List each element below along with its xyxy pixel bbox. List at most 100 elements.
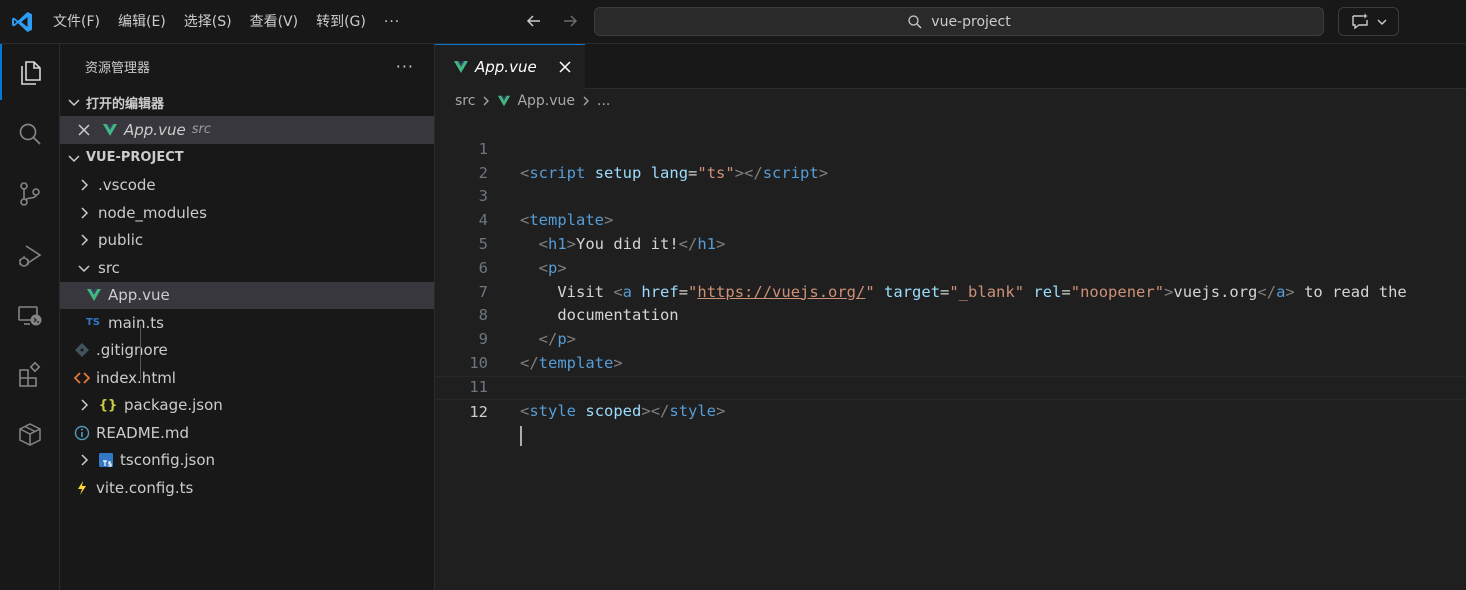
chat-sparkle-icon bbox=[1351, 12, 1368, 29]
chevron-down-icon bbox=[1377, 19, 1386, 25]
close-icon[interactable] bbox=[76, 122, 92, 138]
code-line: 2 bbox=[435, 138, 1466, 182]
tree-item-index-html[interactable]: index.html bbox=[60, 364, 434, 392]
title-bar: 文件(F) 编辑(E) 选择(S) 查看(V) 转到(G) ··· vue-pr… bbox=[0, 0, 1466, 44]
breadcrumb-file[interactable]: App.vue bbox=[517, 93, 575, 109]
run-debug-activity[interactable] bbox=[0, 228, 60, 284]
editor-tabs: App.vue bbox=[435, 44, 1466, 89]
tree-item-package-json[interactable]: {} package.json bbox=[60, 392, 434, 420]
open-editor-item[interactable]: App.vue src bbox=[60, 116, 434, 144]
code-line: 6 Visit <a href="https://vuejs.org/" tar… bbox=[435, 233, 1466, 301]
git-icon bbox=[75, 343, 89, 358]
breadcrumb-src[interactable]: src bbox=[455, 93, 475, 109]
command-center-search[interactable]: vue-project bbox=[594, 7, 1324, 36]
search-text: vue-project bbox=[931, 13, 1011, 30]
source-control-activity[interactable] bbox=[0, 166, 60, 222]
ts-icon: TS bbox=[85, 317, 101, 329]
tree-item-public[interactable]: public bbox=[60, 227, 434, 255]
tree-item-tsconfig[interactable]: tsconfig.json bbox=[60, 447, 434, 475]
chevron-right-icon bbox=[81, 234, 89, 246]
search-activity[interactable] bbox=[0, 106, 60, 162]
tree-item-label: .gitignore bbox=[96, 341, 168, 360]
menu-edit[interactable]: 编辑(E) bbox=[109, 0, 175, 44]
tree-item-label: index.html bbox=[96, 368, 176, 387]
extensions-activity[interactable] bbox=[0, 346, 60, 402]
explorer-title: 资源管理器 bbox=[85, 60, 151, 76]
menu-go[interactable]: 转到(G) bbox=[307, 0, 375, 44]
editor-area: App.vue src App.vue ... 1 <script setup … bbox=[435, 44, 1466, 590]
json-icon: {} bbox=[98, 397, 118, 413]
code-line: 4 <h1>You did it!</h1> bbox=[435, 185, 1466, 253]
close-icon[interactable] bbox=[557, 59, 573, 75]
html-icon bbox=[74, 372, 90, 384]
code-editor[interactable]: 1 <script setup lang="ts"></script> 2 3 … bbox=[435, 114, 1466, 446]
breadcrumb: src App.vue ... bbox=[435, 89, 1466, 113]
tree-item-app-vue[interactable]: App.vue bbox=[60, 281, 434, 309]
menu-selection[interactable]: 选择(S) bbox=[175, 0, 241, 44]
tree-item-label: node_modules bbox=[98, 203, 207, 222]
code-line: 7 documentation bbox=[435, 257, 1466, 325]
chevron-right-icon bbox=[583, 96, 589, 106]
tree-item-src[interactable]: src bbox=[60, 254, 434, 282]
source-control-icon bbox=[20, 182, 40, 206]
explorer-activity[interactable] bbox=[0, 44, 60, 100]
tab-label: App.vue bbox=[475, 58, 537, 76]
chevron-down-icon bbox=[68, 154, 80, 162]
tree-item-label: src bbox=[98, 258, 120, 277]
remote-explorer-activity[interactable] bbox=[0, 288, 60, 344]
menu-file[interactable]: 文件(F) bbox=[44, 0, 109, 44]
tree-item-label: vite.config.ts bbox=[96, 478, 194, 497]
code-line: 1 <script setup lang="ts"></script> bbox=[435, 114, 1466, 182]
tree-item-label: main.ts bbox=[108, 313, 164, 332]
chevron-right-icon bbox=[81, 399, 89, 411]
line-number: 12 bbox=[469, 402, 488, 421]
tree-item-gitignore[interactable]: .gitignore bbox=[60, 337, 434, 365]
chevron-right-icon bbox=[81, 179, 89, 191]
copilot-chat-button[interactable] bbox=[1338, 7, 1399, 36]
code-line: 11 <style scoped></style> bbox=[435, 352, 1466, 420]
explorer-sidebar: 资源管理器 ··· 打开的编辑器 App.vue src VUE-PROJECT… bbox=[60, 44, 435, 590]
vue-icon bbox=[454, 61, 468, 73]
tree-item-readme[interactable]: README.md bbox=[60, 419, 434, 447]
code-line: 8 </p> bbox=[435, 281, 1466, 348]
menu-view[interactable]: 查看(V) bbox=[241, 0, 308, 44]
project-section-header[interactable]: VUE-PROJECT bbox=[60, 144, 434, 172]
open-editors-label: 打开的编辑器 bbox=[86, 96, 165, 112]
project-label: VUE-PROJECT bbox=[86, 150, 184, 165]
chevron-down-icon bbox=[78, 265, 90, 272]
container-box-icon bbox=[19, 423, 41, 446]
explorer-header: 资源管理器 ··· bbox=[60, 44, 434, 88]
menu-bar: 文件(F) 编辑(E) 选择(S) 查看(V) 转到(G) ··· bbox=[44, 0, 409, 44]
explorer-more-actions[interactable]: ··· bbox=[396, 57, 414, 76]
info-icon bbox=[74, 425, 90, 440]
back-arrow-icon[interactable] bbox=[524, 11, 544, 31]
chevron-right-icon bbox=[81, 207, 89, 219]
vite-icon bbox=[78, 480, 86, 495]
tree-item-vscode[interactable]: .vscode bbox=[60, 172, 434, 200]
tab-app-vue[interactable]: App.vue bbox=[435, 44, 585, 89]
tree-item-node-modules[interactable]: node_modules bbox=[60, 199, 434, 227]
open-editor-name: App.vue bbox=[124, 120, 186, 139]
menu-more[interactable]: ··· bbox=[375, 0, 409, 44]
forward-arrow-icon[interactable] bbox=[560, 11, 580, 31]
tree-item-label: tsconfig.json bbox=[120, 451, 216, 470]
vscode-logo-icon bbox=[12, 12, 32, 32]
tree-item-label: README.md bbox=[96, 423, 190, 442]
activity-bar bbox=[0, 44, 60, 590]
vue-icon bbox=[498, 95, 511, 107]
containers-activity[interactable] bbox=[0, 406, 60, 462]
chevron-down-icon bbox=[68, 99, 80, 107]
tree-item-label: public bbox=[98, 231, 144, 250]
open-editors-section-header[interactable]: 打开的编辑器 bbox=[60, 88, 434, 116]
code-line-current: 12 bbox=[435, 375, 1466, 446]
files-icon bbox=[21, 61, 41, 85]
code-line: 5 <p> bbox=[435, 209, 1466, 277]
remote-explorer-icon bbox=[18, 306, 42, 326]
tree-item-vite-config[interactable]: vite.config.ts bbox=[60, 474, 434, 502]
breadcrumb-symbol[interactable]: ... bbox=[597, 93, 610, 109]
tree-item-label: .vscode bbox=[98, 176, 156, 195]
tree-item-main-ts[interactable]: TS main.ts bbox=[60, 309, 434, 337]
tree-item-label: App.vue bbox=[108, 286, 170, 305]
tree-indent-guide bbox=[140, 325, 141, 380]
extensions-icon bbox=[19, 361, 41, 387]
